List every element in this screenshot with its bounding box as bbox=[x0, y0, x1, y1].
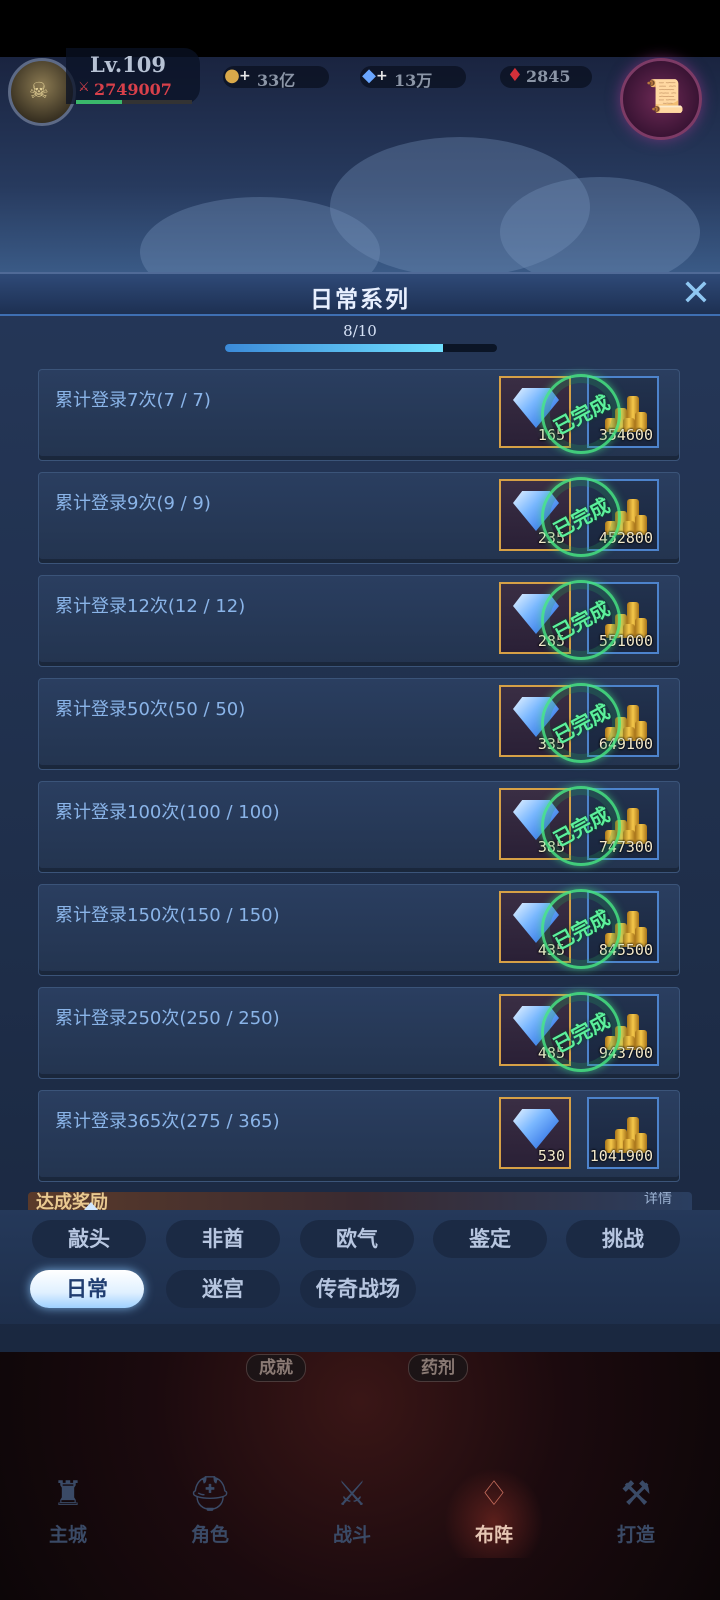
nav-item-3[interactable]: ♢ 布阵 bbox=[444, 1468, 544, 1558]
reach-reward-strip[interactable]: 达成奖励 详情 bbox=[28, 1192, 692, 1210]
power-icon: ⚔ bbox=[78, 80, 90, 95]
close-button[interactable]: ✕ bbox=[676, 274, 716, 314]
tab-2[interactable]: 欧气 bbox=[300, 1220, 414, 1258]
currency-diamond[interactable]: ◆ + 13万 bbox=[360, 65, 466, 90]
tab-1[interactable]: 非酋 bbox=[166, 1220, 280, 1258]
achievement-label: 累计登录7次(7 / 7) bbox=[55, 390, 211, 411]
power-bar-fill bbox=[76, 100, 123, 104]
achievement-item: 累计登录7次(7 / 7) 165 354600 已完成 bbox=[38, 369, 680, 461]
lower-background: 成就 药剂 ♜ 主城 ⛑ 角色 ⚔ 战斗 ♢ 布阵 ⚒ 打造 bbox=[0, 1352, 720, 1600]
nav-item-2[interactable]: ⚔ 战斗 bbox=[302, 1468, 402, 1558]
quest-scroll-button[interactable]: 📜 bbox=[620, 58, 702, 140]
tab-5[interactable]: 日常 bbox=[30, 1270, 144, 1308]
tab-0[interactable]: 敲头 bbox=[32, 1220, 146, 1258]
progress-label: 8/10 bbox=[343, 322, 377, 340]
achievement-panel: 日常系列 ✕ 8/10 累计登录7次(7 / 7) 165 354600 已完成 累计登… bbox=[0, 272, 720, 1354]
achievement-label: 累计登录365次(275 / 365) bbox=[55, 1111, 280, 1132]
nav-item-0[interactable]: ♜ 主城 bbox=[18, 1468, 118, 1558]
completed-stamp: 已完成 bbox=[541, 477, 621, 557]
anvil-icon: ⚒ bbox=[620, 1474, 652, 1514]
completed-stamp: 已完成 bbox=[541, 580, 621, 660]
achievement-item: 累计登录12次(12 / 12) 285 551000 已完成 bbox=[38, 575, 680, 667]
completed-stamp: 已完成 bbox=[541, 889, 621, 969]
gold-coins-icon bbox=[601, 1105, 649, 1153]
nav-label: 打造 bbox=[616, 1524, 655, 1546]
achievement-label: 累计登录150次(150 / 150) bbox=[55, 905, 280, 926]
tab-4[interactable]: 挑战 bbox=[566, 1220, 680, 1258]
power-bar bbox=[76, 100, 192, 104]
achievement-item: 累计登录9次(9 / 9) 235 452800 已完成 bbox=[38, 472, 680, 564]
player-level: Lv.109 bbox=[90, 52, 167, 77]
completed-stamp-text: 已完成 bbox=[549, 699, 614, 749]
achievement-label: 累计登录12次(12 / 12) bbox=[55, 596, 246, 617]
progress-bar bbox=[225, 344, 497, 352]
potion-chip[interactable]: 药剂 bbox=[408, 1354, 468, 1382]
castle-icon: ♜ bbox=[52, 1474, 84, 1514]
scroll-icon: 📜 bbox=[645, 77, 685, 115]
player-power: 2749007 bbox=[94, 80, 172, 99]
nav-item-4[interactable]: ⚒ 打造 bbox=[586, 1468, 686, 1558]
achievement-label: 累计登录250次(250 / 250) bbox=[55, 1008, 280, 1029]
gold-amount: 1041900 bbox=[589, 1147, 653, 1165]
completed-stamp: 已完成 bbox=[541, 683, 621, 763]
progress-fill bbox=[225, 344, 443, 352]
ruby-value: 2845 bbox=[526, 67, 571, 86]
completed-stamp-text: 已完成 bbox=[549, 493, 614, 543]
achievement-item: 累计登录50次(50 / 50) 335 649100 已完成 bbox=[38, 678, 680, 770]
achievement-item: 累计登录150次(150 / 150) 435 845500 已完成 bbox=[38, 884, 680, 976]
tab-7[interactable]: 传奇战场 bbox=[300, 1270, 416, 1308]
completed-stamp-text: 已完成 bbox=[549, 905, 614, 955]
completed-stamp-text: 已完成 bbox=[549, 1008, 614, 1058]
achievement-item: 累计登录250次(250 / 250) 485 943700 已完成 bbox=[38, 987, 680, 1079]
nav-label: 角色 bbox=[190, 1524, 229, 1546]
achievement-chip[interactable]: 成就 bbox=[246, 1354, 306, 1382]
achievement-label: 累计登录50次(50 / 50) bbox=[55, 699, 246, 720]
tab-6[interactable]: 迷宫 bbox=[166, 1270, 280, 1308]
completed-stamp-text: 已完成 bbox=[549, 802, 614, 852]
skull-icon: ☠ bbox=[29, 79, 49, 104]
completed-stamp-text: 已完成 bbox=[549, 596, 614, 646]
gem-amount: 530 bbox=[537, 1147, 565, 1165]
crossed-swords-icon: ⚔ bbox=[336, 1474, 368, 1514]
completed-stamp-text: 已完成 bbox=[549, 390, 614, 440]
nav-label: 布阵 bbox=[474, 1524, 513, 1546]
ruby-icon: ♦ bbox=[506, 65, 524, 86]
completed-stamp: 已完成 bbox=[541, 786, 621, 866]
diamond-icon bbox=[513, 1109, 559, 1149]
player-info: Lv.109 ⚔ 2749007 bbox=[66, 48, 200, 104]
achievement-label: 累计登录9次(9 / 9) bbox=[55, 493, 211, 514]
bottom-nav: ♜ 主城 ⛑ 角色 ⚔ 战斗 ♢ 布阵 ⚒ 打造 bbox=[0, 1468, 720, 1564]
nav-item-1[interactable]: ⛑ 角色 bbox=[160, 1468, 260, 1558]
achievement-item: 累计登录365次(275 / 365) 530 1041900 bbox=[38, 1090, 680, 1182]
reward-gold[interactable]: 1041900 bbox=[587, 1097, 659, 1169]
achievement-item: 累计登录100次(100 / 100) 385 747300 已完成 bbox=[38, 781, 680, 873]
currency-ruby: ♦ 2845 bbox=[500, 65, 592, 88]
category-tabs: 敲头 非酋 欧气 鉴定 挑战日常 迷宫 传奇战场 bbox=[0, 1202, 720, 1324]
nav-label: 战斗 bbox=[332, 1524, 371, 1546]
helmet-icon: ⛑ bbox=[188, 1474, 232, 1514]
gold-value: 33亿 bbox=[257, 71, 296, 90]
formation-icon: ♢ bbox=[478, 1474, 510, 1514]
panel-title: 日常系列 bbox=[310, 287, 410, 313]
reach-reward-detail[interactable]: 详情 bbox=[644, 1192, 672, 1208]
panel-header: 日常系列 ✕ bbox=[0, 274, 720, 316]
reward-gem[interactable]: 530 bbox=[499, 1097, 571, 1169]
completed-stamp: 已完成 bbox=[541, 992, 621, 1072]
add-diamond-icon[interactable]: + bbox=[376, 68, 388, 84]
completed-stamp: 已完成 bbox=[541, 374, 621, 454]
nav-label: 主城 bbox=[48, 1524, 87, 1546]
add-gold-icon[interactable]: + bbox=[239, 68, 251, 84]
tab-3[interactable]: 鉴定 bbox=[433, 1220, 547, 1258]
diamond-value: 13万 bbox=[394, 71, 433, 90]
active-tab-pointer bbox=[84, 1202, 98, 1210]
achievement-label: 累计登录100次(100 / 100) bbox=[55, 802, 280, 823]
currency-gold[interactable]: ● + 33亿 bbox=[223, 65, 329, 90]
